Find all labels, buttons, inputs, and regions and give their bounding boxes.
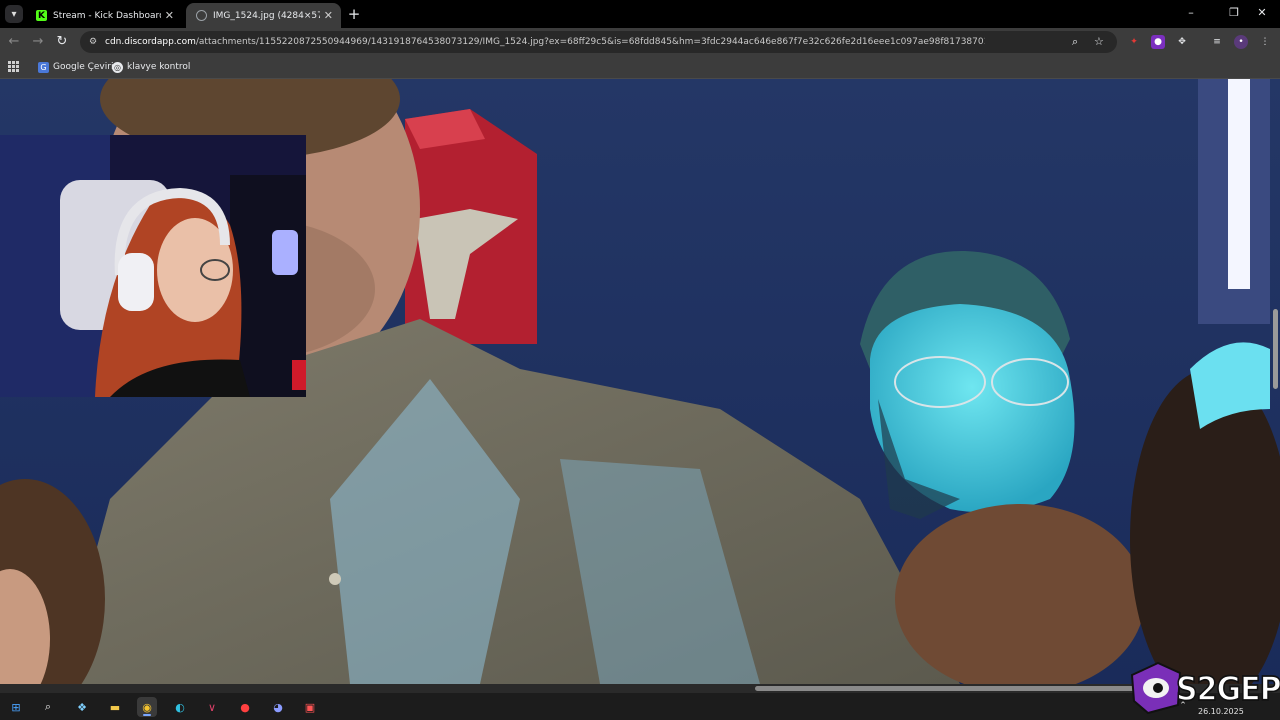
bookmark-star-icon[interactable]: ☆ (1094, 35, 1104, 48)
back-button[interactable]: ← (6, 34, 22, 49)
close-tab-icon[interactable]: ✕ (165, 9, 174, 22)
forward-button[interactable]: → (30, 34, 46, 49)
bookmark-klavye-kontrol[interactable]: ◎ klavye kontrol (112, 60, 190, 74)
kick-icon: K (36, 10, 47, 21)
zoom-icon[interactable]: ⌕ (1072, 35, 1078, 49)
bookmark-label: Google Çeviri (53, 62, 114, 72)
site-icon: ◎ (112, 61, 123, 73)
google-translate-icon: G (38, 61, 49, 73)
app-red-icon[interactable]: ● (235, 697, 255, 717)
discord-icon[interactable]: ◕ (268, 697, 288, 717)
tab-kick-dashboard[interactable]: K Stream - Kick Dashboard ✕ (26, 3, 182, 28)
extensions-puzzle-icon[interactable]: ✥ (1175, 35, 1189, 49)
bookmarks-bar: G Google Çeviri ◎ klavye kontrol (0, 56, 1280, 79)
tab-title: Stream - Kick Dashboard (53, 10, 161, 21)
minimize-button[interactable]: – (1181, 6, 1201, 19)
tab-search-button[interactable]: ▾ (5, 5, 23, 23)
vertical-scrollbar[interactable] (1272, 79, 1280, 684)
image-viewer[interactable] (0, 79, 1280, 684)
tab-title: IMG_1524.jpg (4284×5712) (213, 10, 320, 21)
app-v-icon[interactable]: ∨ (202, 697, 222, 717)
close-window-button[interactable]: ✕ (1252, 6, 1272, 19)
site-info-icon[interactable]: ⚙ (87, 36, 99, 48)
extension-purple-icon[interactable]: ● (1151, 35, 1165, 49)
tab-strip: ▾ K Stream - Kick Dashboard ✕ IMG_1524.j… (0, 0, 1280, 28)
search-icon[interactable]: ⌕ (38, 697, 58, 717)
bookmark-google-translate[interactable]: G Google Çeviri (38, 60, 113, 74)
reload-button[interactable]: ↻ (54, 34, 70, 49)
bookmark-label: klavye kontrol (127, 62, 191, 72)
webcam-overlay (0, 135, 306, 397)
copilot-icon[interactable]: ❖ (72, 697, 92, 717)
horizontal-scrollbar[interactable] (0, 684, 1280, 693)
extension-red-icon[interactable]: ✦ (1127, 35, 1141, 49)
streamer-webcam (0, 135, 306, 397)
file-explorer-icon[interactable]: ▬ (105, 697, 125, 717)
edge-icon[interactable]: ◐ (170, 697, 190, 717)
logo-text: S2GEPIN (1175, 669, 1280, 709)
chrome-icon[interactable]: ◉ (137, 697, 157, 717)
tab-image[interactable]: IMG_1524.jpg (4284×5712) ✕ (186, 3, 341, 28)
url-text[interactable]: cdn.discordapp.com/attachments/115522087… (105, 37, 985, 47)
url-path: /attachments/1155220872550944969/1431918… (195, 37, 985, 47)
url-host: cdn.discordapp.com (105, 37, 196, 47)
browser-toolbar: ← → ↻ ⚙ cdn.discordapp.com/attachments/1… (0, 28, 1280, 56)
profile-avatar[interactable]: • (1234, 35, 1248, 49)
address-bar[interactable]: ⚙ cdn.discordapp.com/attachments/1155220… (80, 31, 1117, 53)
new-tab-button[interactable]: + (346, 5, 362, 23)
scrollbar-thumb[interactable] (755, 686, 1135, 691)
media-control-icon[interactable]: ≡ (1210, 35, 1224, 49)
windows-start-icon[interactable]: ⊞ (6, 697, 26, 717)
restore-button[interactable]: ❐ (1224, 6, 1244, 19)
globe-icon (196, 10, 207, 21)
menu-kebab-icon[interactable]: ⋮ (1258, 35, 1272, 49)
video-app-icon[interactable]: ▣ (300, 697, 320, 717)
apps-grid-icon[interactable] (8, 61, 19, 72)
scrollbar-thumb[interactable] (1273, 309, 1278, 389)
windows-taskbar: ⊞ ⌕ ❖ ▬ ◉ ◐ ∨ ● ◕ ▣ ⌃ (0, 693, 1280, 720)
close-tab-icon[interactable]: ✕ (324, 9, 333, 22)
